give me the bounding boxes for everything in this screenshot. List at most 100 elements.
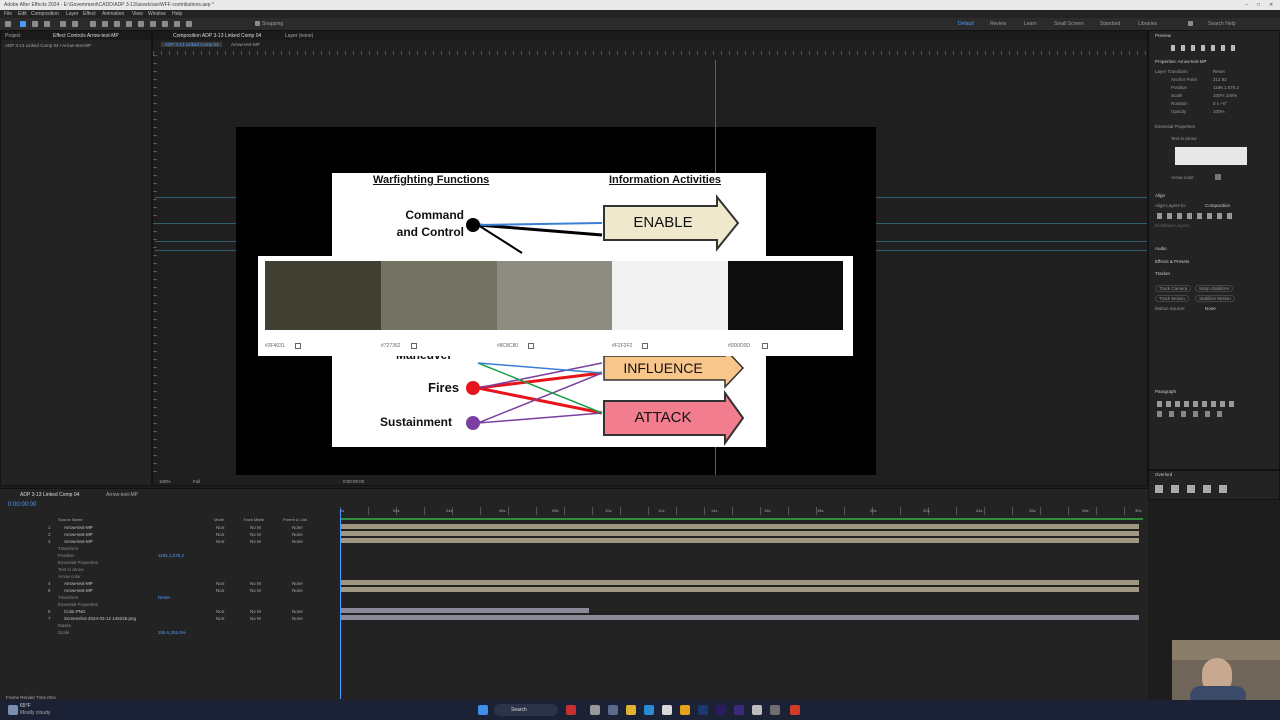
rectangle-tool-icon[interactable] xyxy=(102,21,108,27)
layer-row[interactable]: 7 Screenshot 2024-03-12 145226.png Norr No … xyxy=(0,615,336,622)
close-button[interactable]: ✕ xyxy=(1269,2,1273,8)
track-camera-button[interactable]: Track Camera xyxy=(1155,285,1192,292)
warp-stabilizer-button[interactable]: Warp Stabilizer xyxy=(1195,285,1234,292)
copy-icon[interactable] xyxy=(295,343,301,349)
subtab-layer[interactable]: Arrow-text-MP xyxy=(231,42,260,47)
app-icon[interactable] xyxy=(566,705,576,715)
layer-row[interactable]: Position 1196.1,579.2 xyxy=(0,552,336,559)
brush-tool-icon[interactable] xyxy=(138,21,144,27)
menu-help[interactable]: Help xyxy=(172,11,182,17)
text-in-arrow-field[interactable] xyxy=(1175,147,1247,165)
pan-behind-tool-icon[interactable] xyxy=(72,21,78,27)
pen-tool-icon[interactable] xyxy=(114,21,120,27)
menu-effect[interactable]: Effect xyxy=(83,11,96,17)
layer-bar-5[interactable] xyxy=(341,587,1139,592)
copy-icon[interactable] xyxy=(411,343,417,349)
layer-row[interactable]: Essential Properties xyxy=(0,559,336,566)
premiere-icon[interactable] xyxy=(716,705,726,715)
layer-row[interactable]: 3 Arrow-text-MP Norr No M None xyxy=(0,538,336,545)
layer-bar-4[interactable] xyxy=(341,580,1139,585)
widgets-icon[interactable] xyxy=(608,705,618,715)
search-icon[interactable] xyxy=(1188,21,1193,26)
paragraph-align-buttons[interactable] xyxy=(1157,401,1235,407)
subtab-comp[interactable]: ADP 3-13 Linked Comp 04 xyxy=(161,42,223,47)
app-icon[interactable] xyxy=(790,705,800,715)
align-target-select[interactable]: Composition xyxy=(1205,203,1230,208)
workspace-small-screen[interactable]: Small Screen xyxy=(1054,21,1084,27)
type-tool-icon[interactable] xyxy=(126,21,132,27)
menu-view[interactable]: View xyxy=(132,11,143,17)
minimize-button[interactable]: – xyxy=(1245,2,1248,8)
menu-layer[interactable]: Layer xyxy=(66,11,79,17)
layer-bar-2[interactable] xyxy=(341,531,1139,536)
chrome-icon[interactable] xyxy=(680,705,690,715)
timeline-tab-layer[interactable]: Arrow-text-MP xyxy=(106,492,138,498)
edge-icon[interactable] xyxy=(644,705,654,715)
timeline-tab-comp[interactable]: ADP 3-13 Linked Comp 04 xyxy=(20,492,79,498)
prop-scale-value[interactable]: 100% 100% xyxy=(1213,93,1237,98)
workspace-libraries[interactable]: Libraries xyxy=(1138,21,1157,27)
menu-window[interactable]: Window xyxy=(148,11,166,17)
layer-row[interactable]: 1 Arrow-text-MP Norr No M None xyxy=(0,524,336,531)
roto-brush-tool-icon[interactable] xyxy=(174,21,180,27)
puppet-tool-icon[interactable] xyxy=(186,21,192,27)
layer-row[interactable]: Transform xyxy=(0,545,336,552)
layer-bar-1[interactable] xyxy=(341,524,1139,529)
prop-rotation-value[interactable]: 0 x +0° xyxy=(1213,101,1227,106)
prop-anchor-point-value[interactable]: 213 82 xyxy=(1213,77,1227,82)
prop-position-value[interactable]: 1196.1 579.2 xyxy=(1213,85,1239,90)
tab-effect-controls[interactable]: Effect Controls Arrow-text-MP xyxy=(53,33,119,39)
workspace-learn[interactable]: Learn xyxy=(1024,21,1037,27)
rotate-tool-icon[interactable] xyxy=(90,21,96,27)
layer-row[interactable]: 5 Arrow-text-MP Norr No M None xyxy=(0,587,336,594)
workspace-review[interactable]: Review xyxy=(990,21,1006,27)
menu-composition[interactable]: Composition xyxy=(31,11,59,17)
layer-row[interactable]: Text in arrow xyxy=(0,566,336,573)
maximize-button[interactable]: □ xyxy=(1257,2,1260,8)
layer-row[interactable]: Transform Reset xyxy=(0,594,336,601)
overlord-buttons[interactable] xyxy=(1155,485,1235,493)
search-help-field[interactable]: Search Help xyxy=(1208,21,1236,27)
layer-row[interactable]: Masks xyxy=(0,622,336,629)
reset-link[interactable]: Reset xyxy=(1213,69,1225,74)
layer-bar-6[interactable] xyxy=(341,608,589,613)
layer-row[interactable]: 4 Arrow-text-MP Norr No M None xyxy=(0,580,336,587)
paragraph-indent-buttons[interactable] xyxy=(1157,411,1227,417)
tab-layer[interactable]: Layer (none) xyxy=(285,33,313,39)
zoom-level[interactable]: 100% xyxy=(159,479,171,484)
arrow-color-swatch[interactable] xyxy=(1215,174,1221,180)
app-icon[interactable] xyxy=(770,705,780,715)
layer-row[interactable]: Scale 255.5,255.5% xyxy=(0,629,336,636)
layer-row[interactable]: 2 Arrow-text-MP Norr No M None xyxy=(0,531,336,538)
eraser-tool-icon[interactable] xyxy=(162,21,168,27)
orbit-tool-icon[interactable] xyxy=(60,21,66,27)
menu-file[interactable]: File xyxy=(4,11,12,17)
layer-row[interactable]: Arrow color xyxy=(0,573,336,580)
tab-project[interactable]: Project xyxy=(5,33,21,39)
menu-animation[interactable]: Animation xyxy=(102,11,124,17)
clone-stamp-tool-icon[interactable] xyxy=(150,21,156,27)
layer-bar-7[interactable] xyxy=(341,615,1139,620)
layer-bar-3[interactable] xyxy=(341,538,1139,543)
home-icon[interactable] xyxy=(5,21,11,27)
weather-icon[interactable] xyxy=(8,705,18,715)
start-icon[interactable] xyxy=(478,705,488,715)
prop-opacity-value[interactable]: 100% xyxy=(1213,109,1225,114)
selection-tool-icon[interactable] xyxy=(20,21,26,27)
copy-icon[interactable] xyxy=(642,343,648,349)
layer-row[interactable]: 6 Color.PNG Norr No M None xyxy=(0,608,336,615)
task-view-icon[interactable] xyxy=(590,705,600,715)
copy-icon[interactable] xyxy=(528,343,534,349)
resolution-select[interactable]: Full xyxy=(193,479,200,484)
motion-source-select[interactable]: None xyxy=(1205,306,1216,311)
align-buttons[interactable] xyxy=(1157,213,1237,219)
layer-row[interactable]: Essential Properties xyxy=(0,601,336,608)
workspace-standard[interactable]: Standard xyxy=(1100,21,1120,27)
tab-composition[interactable]: Composition ADP 3-13 Linked Comp 04 xyxy=(173,33,261,39)
workspace-default[interactable]: Default xyxy=(958,21,974,27)
hand-tool-icon[interactable] xyxy=(32,21,38,27)
zoom-tool-icon[interactable] xyxy=(44,21,50,27)
maps-icon[interactable] xyxy=(662,705,672,715)
menu-edit[interactable]: Edit xyxy=(18,11,27,17)
file-explorer-icon[interactable] xyxy=(626,705,636,715)
